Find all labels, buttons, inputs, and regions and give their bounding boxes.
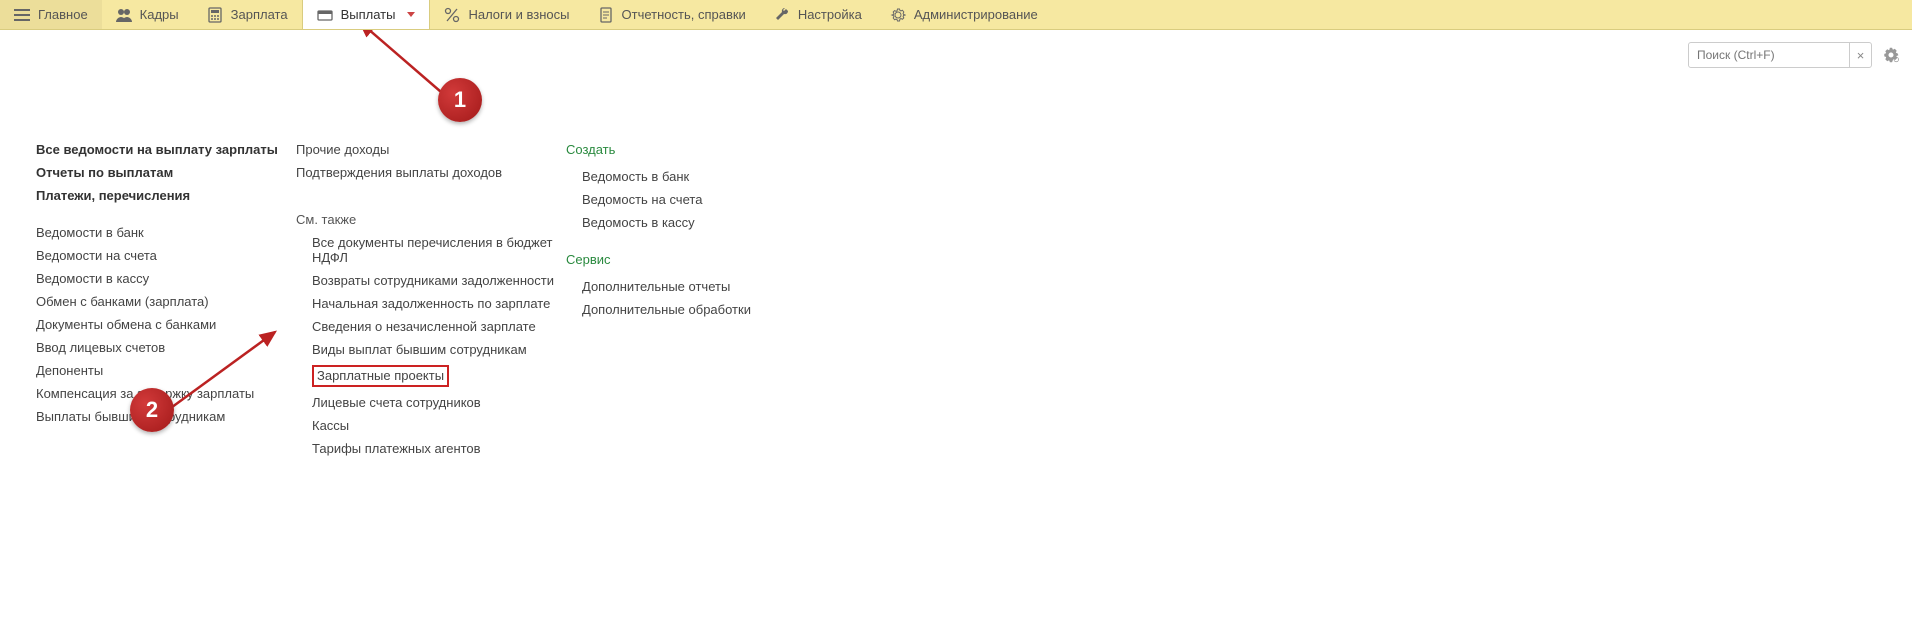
people-icon	[116, 7, 132, 23]
section-panel: Все ведомости на выплату зарплаты Отчеты…	[0, 30, 1912, 464]
nav-personnel[interactable]: Кадры	[102, 0, 193, 29]
link-payment-reports[interactable]: Отчеты по выплатам	[36, 165, 296, 180]
nav-label: Отчетность, справки	[622, 7, 746, 22]
top-nav: Главное Кадры Зарплата Выплаты Налоги и …	[0, 0, 1912, 30]
nav-taxes[interactable]: Налоги и взносы	[430, 0, 583, 29]
gear-icon	[890, 7, 906, 23]
link-additional-processings[interactable]: Дополнительные обработки	[582, 302, 846, 317]
subhead-service: Сервис	[566, 252, 846, 267]
nav-label: Администрирование	[914, 7, 1038, 22]
percent-icon	[444, 7, 460, 23]
chevron-down-icon	[407, 12, 415, 17]
column-see-also: Прочие доходы Подтверждения выплаты дохо…	[296, 142, 566, 464]
menu-icon	[14, 7, 30, 23]
link-former-payout-types[interactable]: Виды выплат бывшим сотрудникам	[312, 342, 566, 357]
nav-payments[interactable]: Выплаты	[302, 0, 431, 29]
link-employee-personal-accounts[interactable]: Лицевые счета сотрудников	[312, 395, 566, 410]
nav-settings[interactable]: Настройка	[760, 0, 876, 29]
link-additional-reports[interactable]: Дополнительные отчеты	[582, 279, 846, 294]
annotation-badge-1: 1	[438, 78, 482, 122]
link-bank-sheets[interactable]: Ведомости в банк	[36, 225, 296, 240]
link-deponents[interactable]: Депоненты	[36, 363, 296, 378]
wrench-icon	[774, 7, 790, 23]
link-cash-sheets[interactable]: Ведомости в кассу	[36, 271, 296, 286]
link-bank-exchange-docs[interactable]: Документы обмена с банками	[36, 317, 296, 332]
link-payment-agent-tariffs[interactable]: Тарифы платежных агентов	[312, 441, 566, 456]
link-cash-registers[interactable]: Кассы	[312, 418, 566, 433]
link-account-sheets[interactable]: Ведомости на счета	[36, 248, 296, 263]
nav-label: Главное	[38, 7, 88, 22]
subhead-create: Создать	[566, 142, 846, 157]
column-payments: Все ведомости на выплату зарплаты Отчеты…	[36, 142, 296, 464]
nav-admin[interactable]: Администрирование	[876, 0, 1052, 29]
link-income-confirmations[interactable]: Подтверждения выплаты доходов	[296, 165, 566, 180]
link-delay-compensation[interactable]: Компенсация за задержку зарплаты	[36, 386, 296, 401]
nav-label: Кадры	[140, 7, 179, 22]
link-all-paysheets[interactable]: Все ведомости на выплату зарплаты	[36, 142, 296, 157]
link-ndfl-transfers[interactable]: Все документы перечисления в бюджет НДФЛ	[312, 235, 566, 265]
calculator-icon	[207, 7, 223, 23]
nav-label: Налоги и взносы	[468, 7, 569, 22]
link-initial-salary-debt[interactable]: Начальная задолженность по зарплате	[312, 296, 566, 311]
nav-main[interactable]: Главное	[0, 0, 102, 29]
nav-label: Зарплата	[231, 7, 288, 22]
link-uncredited-salary-info[interactable]: Сведения о незачисленной зарплате	[312, 319, 566, 334]
document-icon	[598, 7, 614, 23]
wallet-icon	[317, 7, 333, 23]
create-bank-sheet[interactable]: Ведомость в банк	[582, 169, 846, 184]
link-bank-exchange[interactable]: Обмен с банками (зарплата)	[36, 294, 296, 309]
link-other-income[interactable]: Прочие доходы	[296, 142, 566, 157]
nav-salary[interactable]: Зарплата	[193, 0, 302, 29]
link-personal-accounts-input[interactable]: Ввод лицевых счетов	[36, 340, 296, 355]
column-create-service: Создать Ведомость в банк Ведомость на сч…	[566, 142, 846, 464]
link-salary-projects[interactable]: Зарплатные проекты	[312, 365, 566, 387]
link-employee-debt-returns[interactable]: Возвраты сотрудниками задолженности	[312, 273, 566, 288]
nav-reports[interactable]: Отчетность, справки	[584, 0, 760, 29]
link-former-employee-payments[interactable]: Выплаты бывшим сотрудникам	[36, 409, 296, 424]
nav-label: Выплаты	[341, 7, 396, 22]
link-transfers[interactable]: Платежи, перечисления	[36, 188, 296, 203]
nav-label: Настройка	[798, 7, 862, 22]
create-account-sheet[interactable]: Ведомость на счета	[582, 192, 846, 207]
create-cash-sheet[interactable]: Ведомость в кассу	[582, 215, 846, 230]
subhead-see-also: См. также	[296, 212, 566, 227]
